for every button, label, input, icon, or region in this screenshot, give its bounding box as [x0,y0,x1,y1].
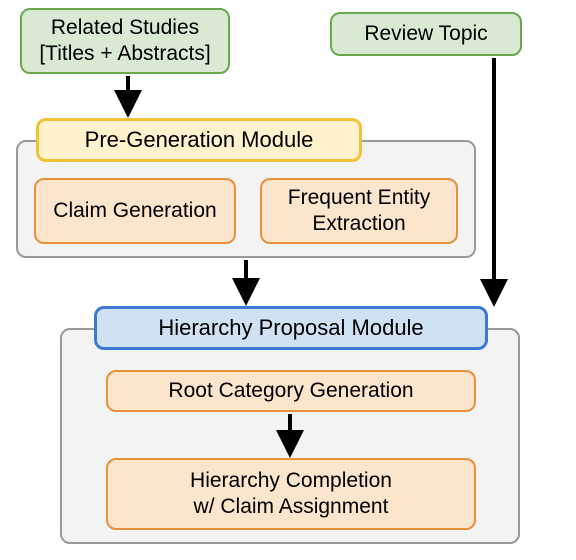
freq-entity-label: Frequent Entity Extraction [288,185,430,238]
input-related-studies: Related Studies [Titles + Abstracts] [20,8,230,74]
freq-entity-box: Frequent Entity Extraction [260,178,458,244]
claim-generation-label: Claim Generation [53,198,216,224]
root-category-label: Root Category Generation [168,378,413,404]
input-review-topic: Review Topic [330,12,522,56]
hierarchy-completion-label: Hierarchy Completion w/ Claim Assignment [190,468,392,521]
hierarchy-module-title: Hierarchy Proposal Module [94,306,488,350]
input-review-topic-label: Review Topic [364,21,487,47]
root-category-box: Root Category Generation [106,370,476,412]
input-related-studies-label: Related Studies [Titles + Abstracts] [39,15,210,68]
hierarchy-completion-box: Hierarchy Completion w/ Claim Assignment [106,458,476,530]
claim-generation-box: Claim Generation [34,178,236,244]
hierarchy-module-title-label: Hierarchy Proposal Module [158,314,423,342]
pregen-module-title: Pre-Generation Module [36,118,362,162]
pregen-module-title-label: Pre-Generation Module [85,126,314,154]
